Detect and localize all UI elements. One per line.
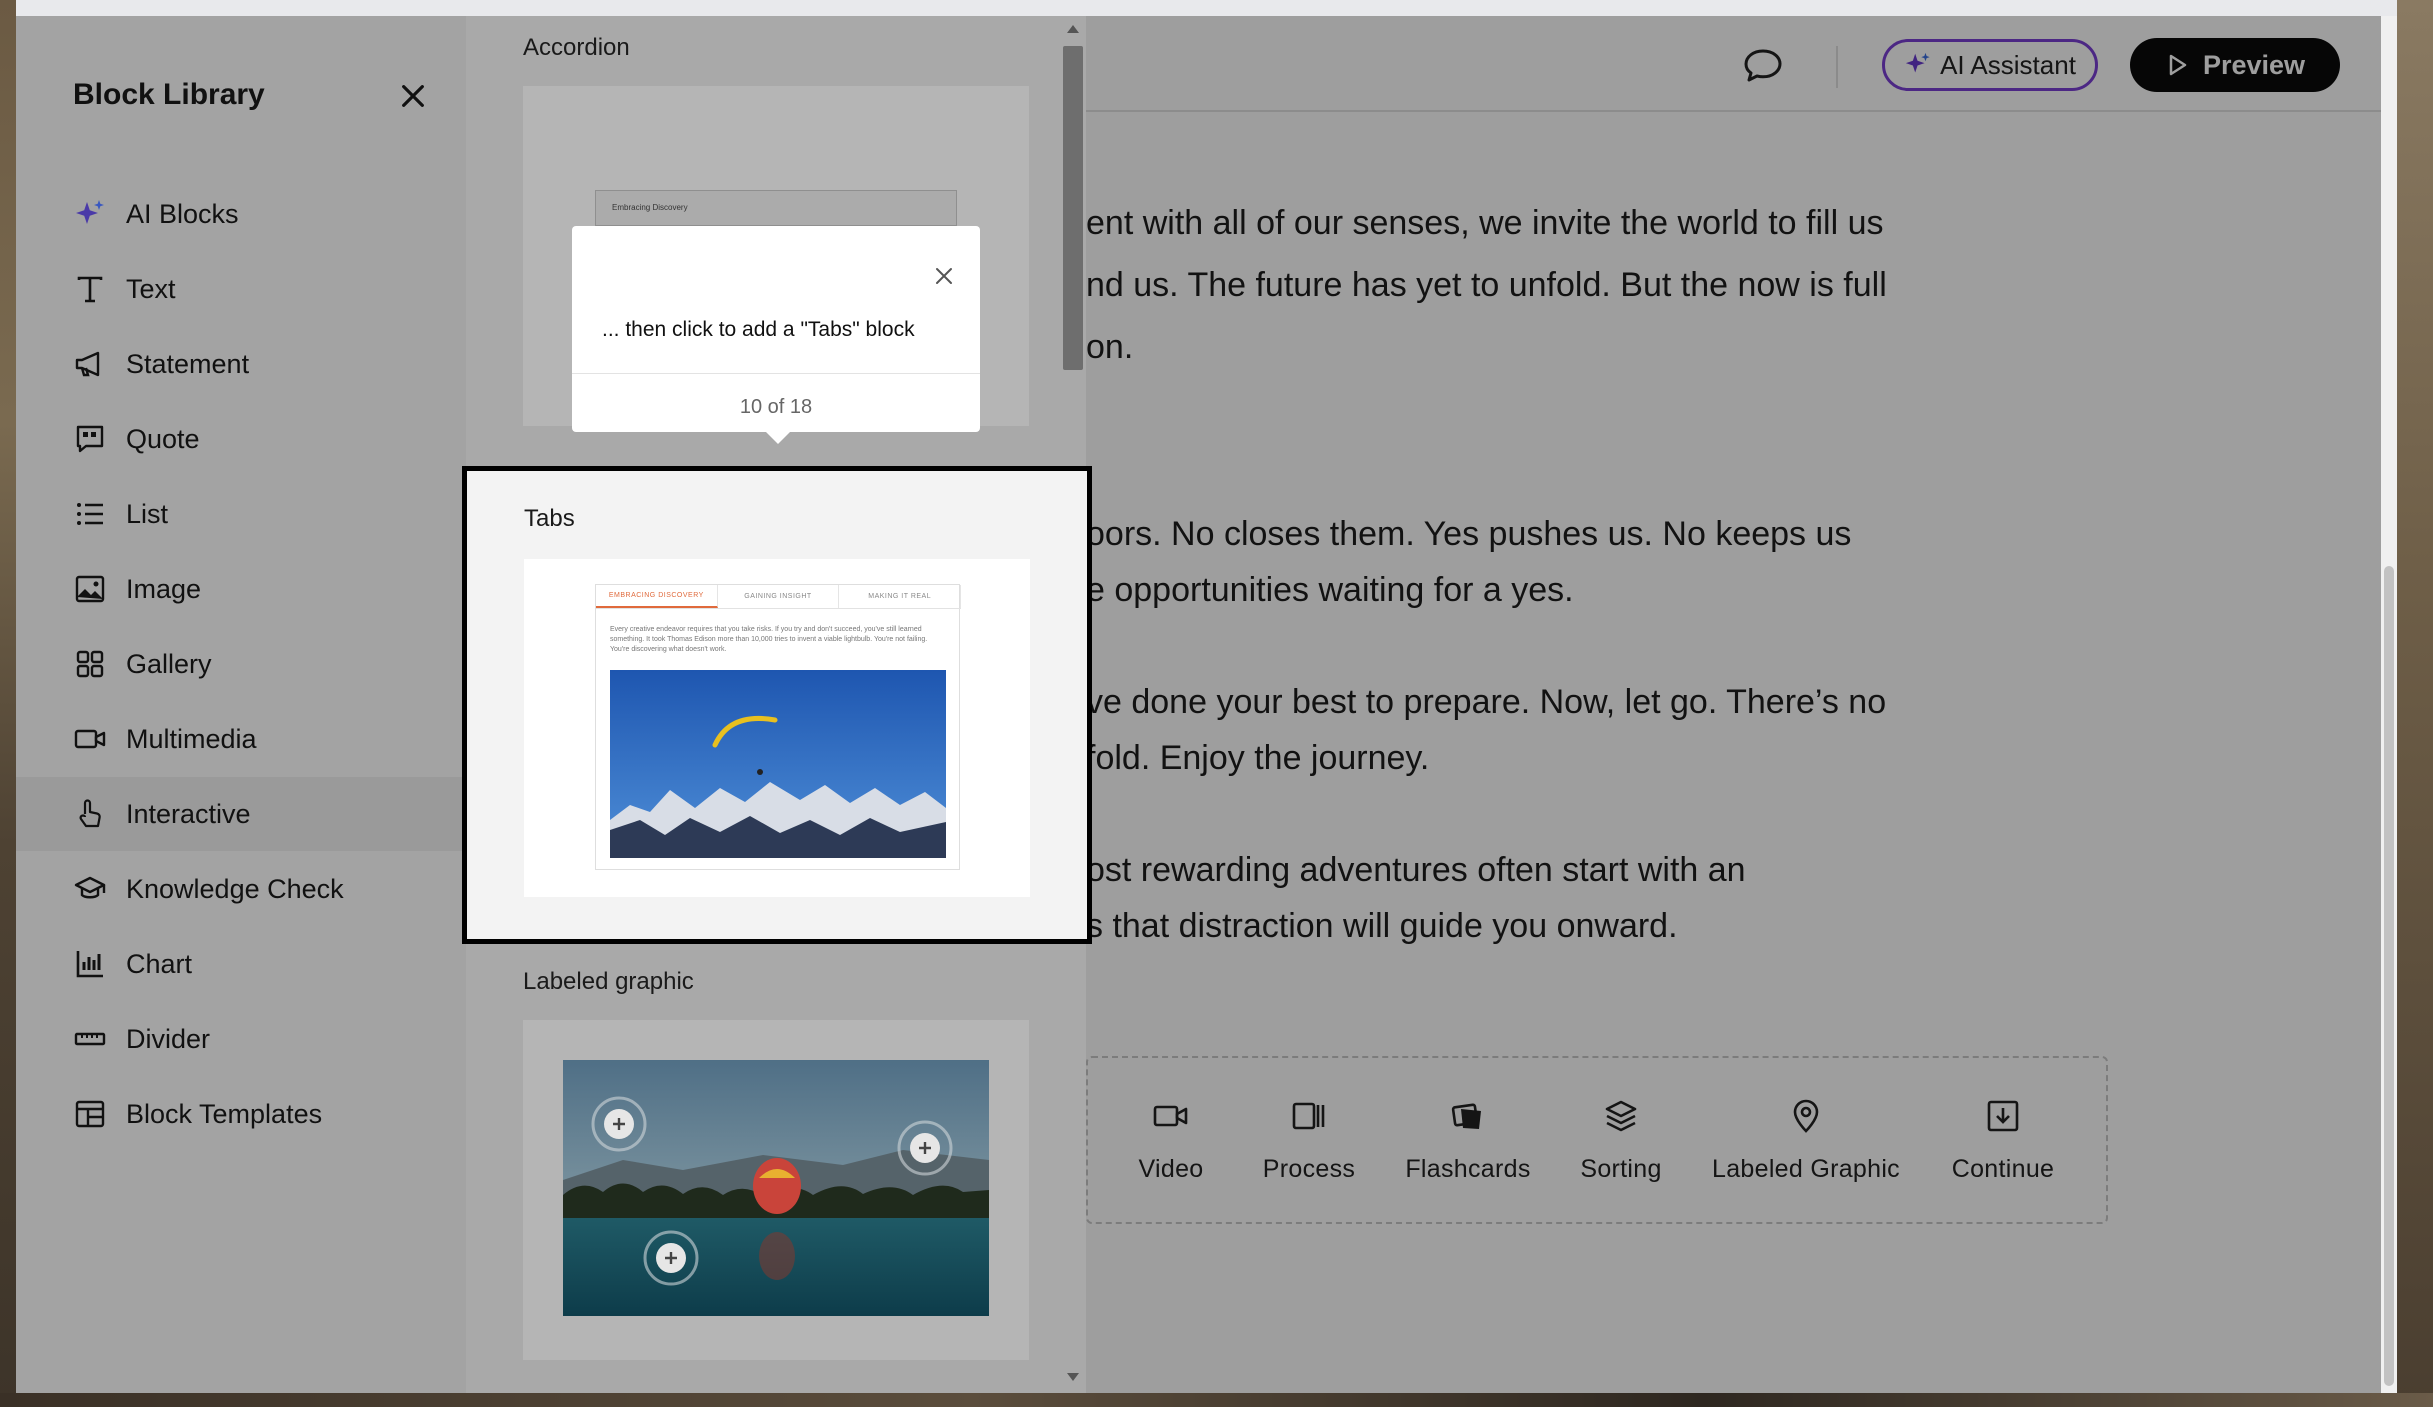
labeled-graphic-block-preview[interactable] [523,1020,1029,1360]
sidebar-item-knowledge-check[interactable]: Knowledge Check [16,852,466,926]
close-icon [936,268,952,284]
close-icon [402,85,424,107]
tabs-preview-text: Every creative endeavor requires that yo… [610,626,928,653]
labeled-graphic-label: Labeled graphic [523,968,694,995]
chart-icon [72,946,108,982]
desktop-background-left [0,0,16,1407]
scroll-down-arrow-icon[interactable] [1066,1372,1080,1382]
tooltip-pointer-arrow [764,430,792,444]
tabs-preview-tabbar: EMBRACING DISCOVERY GAINING INSIGHT MAKI… [596,585,962,609]
tooltip-divider [572,373,980,374]
app-window: AI Assistant Preview ent with all of our… [16,16,2397,1393]
tabs-preview-tab: MAKING IT REAL [839,585,962,608]
megaphone-icon [72,346,108,382]
video-icon [72,721,108,757]
sidebar-item-gallery[interactable]: Gallery [16,627,466,701]
graduation-cap-icon [72,871,108,907]
sidebar-item-block-templates[interactable]: Block Templates [16,1077,466,1151]
quote-icon [72,421,108,457]
sidebar-item-multimedia[interactable]: Multimedia [16,702,466,776]
block-library-title: Block Library [73,78,265,111]
sidebar-item-interactive[interactable]: Interactive [16,777,466,851]
tabs-preview-frame: EMBRACING DISCOVERY GAINING INSIGHT MAKI… [595,584,962,870]
page-scrollbar[interactable] [2381,16,2397,1393]
tabs-label: Tabs [524,505,575,532]
tooltip-close-button[interactable] [930,262,958,290]
scroll-up-arrow-icon[interactable] [1066,24,1080,34]
pointer-icon [72,796,108,832]
accordion-label: Accordion [523,34,630,61]
sidebar-item-list[interactable]: List [16,477,466,551]
sidebar-item-divider[interactable]: Divider [16,1002,466,1076]
tabs-block-preview[interactable]: EMBRACING DISCOVERY GAINING INSIGHT MAKI… [524,559,1030,897]
tooltip-step-counter: 10 of 18 [739,396,813,418]
sidebar-item-text[interactable]: Text [16,252,466,326]
sidebar-item-statement[interactable]: Statement [16,327,466,401]
text-icon [72,271,108,307]
close-library-button[interactable] [393,76,433,116]
tabs-preview-tab: GAINING INSIGHT [718,585,840,608]
paraglider-mountain-image [610,670,946,858]
labeled-graphic-image [563,1060,989,1316]
sidebar-item-ai-blocks[interactable]: AI Blocks [16,177,466,251]
divider-icon [72,1021,108,1057]
onboarding-tooltip: ... then click to add a "Tabs" block 10 … [572,226,980,432]
tooltip-message: ... then click to add a "Tabs" block [602,318,915,341]
page-scrollbar-thumb[interactable] [2384,566,2394,1386]
desktop-background-right [2397,0,2433,1407]
template-icon [72,1096,108,1132]
sparkle-icon [72,196,108,232]
block-library-sidebar: Block Library AI Blocks Text Statement Q… [16,16,466,1393]
panel-scrollbar-thumb[interactable] [1063,46,1083,370]
tabs-preview-tab: EMBRACING DISCOVERY [596,585,718,608]
desktop-background-bottom [0,1393,2433,1407]
sidebar-item-chart[interactable]: Chart [16,927,466,1001]
accordion-preview-row: Embracing Discovery [595,190,957,226]
list-icon [72,496,108,532]
sidebar-item-quote[interactable]: Quote [16,402,466,476]
image-icon [72,571,108,607]
sidebar-item-image[interactable]: Image [16,552,466,626]
browser-top-strip [0,0,2433,16]
gallery-icon [72,646,108,682]
tabs-block-card-highlighted[interactable]: Tabs EMBRACING DISCOVERY GAINING INSIGHT… [462,466,1092,944]
